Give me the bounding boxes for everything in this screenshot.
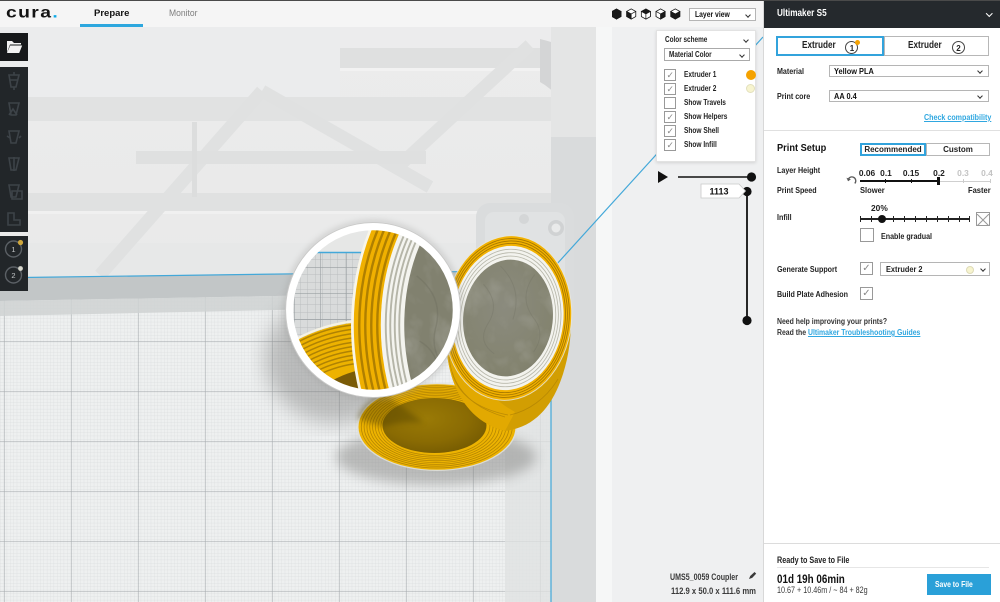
svg-text:2: 2 [11, 271, 15, 280]
svg-text:112.9 x 50.0 x 111.6 mm: 112.9 x 50.0 x 111.6 mm [671, 586, 756, 596]
svg-text:1: 1 [11, 245, 15, 254]
svg-text:1113: 1113 [709, 187, 728, 197]
svg-text:UMS5_0059 Coupler: UMS5_0059 Coupler [670, 572, 738, 582]
